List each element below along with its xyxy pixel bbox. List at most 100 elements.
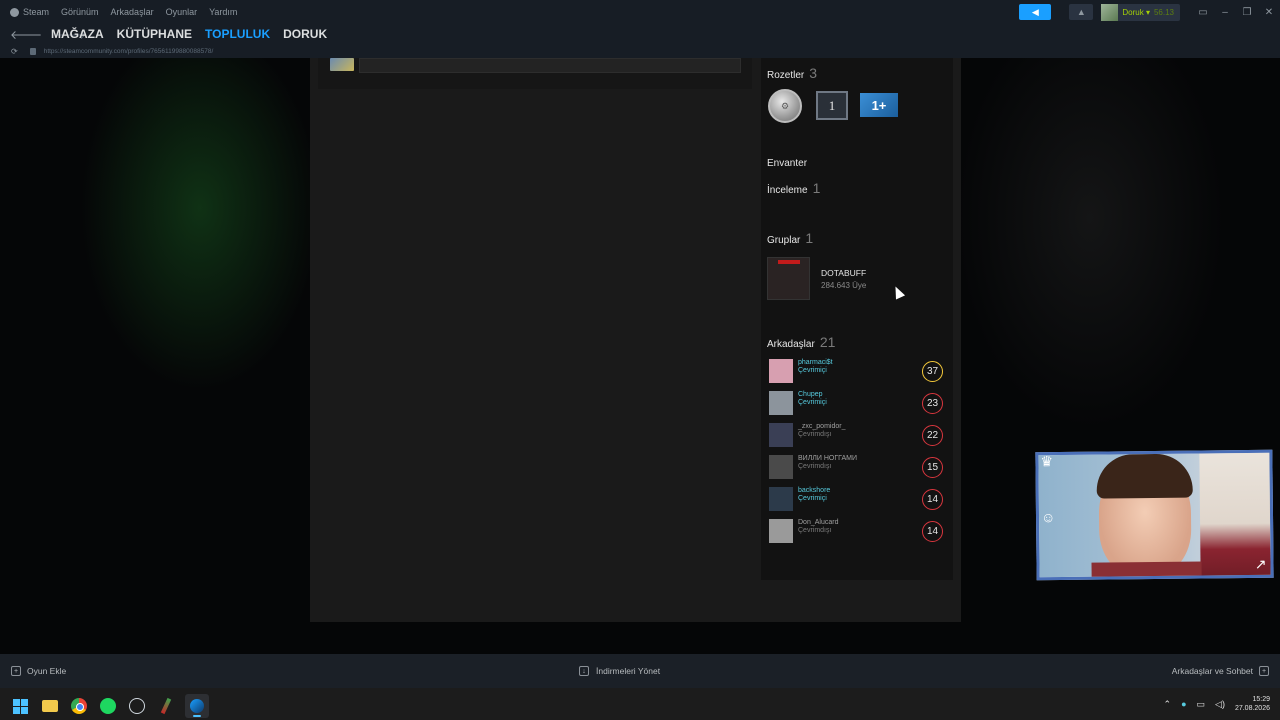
close-button[interactable]: ✕	[1258, 0, 1280, 24]
friend-item[interactable]: backshore Çevrimiçi 14	[769, 486, 945, 518]
friend-name[interactable]: ВИЛЛИ НОГГАМИ	[798, 455, 857, 463]
pen-app-icon[interactable]	[156, 697, 175, 716]
friend-item[interactable]: Chupep Çevrimiçi 23	[769, 390, 945, 422]
friend-avatar[interactable]	[769, 519, 793, 543]
menu-item-games[interactable]: Oyunlar	[166, 7, 198, 17]
add-game-label: Oyun Ekle	[27, 666, 67, 676]
friend-avatar[interactable]	[769, 423, 793, 447]
friends-chat-button[interactable]: Arkadaşlar ve Sohbet +	[1172, 666, 1269, 676]
steam-logo-icon	[10, 7, 19, 17]
taskbar-clock[interactable]: 15:29 27.08.2026	[1235, 695, 1270, 713]
steam-overlay-icon[interactable]	[127, 697, 146, 716]
menu-item-help[interactable]: Yardım	[209, 7, 237, 17]
groups-header[interactable]: Gruplar 1	[767, 230, 813, 246]
arrow-doodle-icon: ↗	[1254, 555, 1267, 572]
tab-library[interactable]: KÜTÜPHANE	[117, 27, 192, 41]
friend-name[interactable]: Chupep	[798, 391, 827, 399]
photo-shirt	[1091, 561, 1202, 581]
badges-label: Rozetler	[767, 70, 805, 81]
friend-avatar[interactable]	[769, 391, 793, 415]
friend-level-badge: 14	[922, 521, 943, 542]
friend-name[interactable]: Don_Alucard	[798, 519, 838, 527]
friend-status: Çevrimdışı	[798, 527, 832, 534]
menu-item-steam[interactable]: Steam	[10, 7, 49, 17]
tab-profile[interactable]: DORUK	[283, 27, 327, 41]
clock-date: 27.08.2026	[1234, 705, 1270, 712]
badge-coin-icon[interactable]: ⚙	[768, 89, 802, 123]
minimize-button[interactable]: –	[1214, 0, 1236, 24]
comment-input[interactable]	[359, 58, 741, 73]
spotify-icon[interactable]	[98, 697, 117, 716]
friend-name[interactable]: pharmaci$t	[798, 359, 833, 367]
file-explorer-icon[interactable]	[40, 697, 59, 716]
menu-item-view[interactable]: Görünüm	[61, 7, 99, 17]
friend-name[interactable]: backshore	[798, 487, 830, 495]
close-icon: ✕	[1264, 6, 1274, 18]
friend-avatar[interactable]	[769, 359, 793, 383]
group-item[interactable]: DOTABUFF 284.643 Üye	[767, 257, 866, 300]
broadcast-button[interactable]: ◀	[1019, 4, 1052, 20]
reload-icon[interactable]: ⟳	[11, 47, 18, 56]
friend-avatar[interactable]	[769, 455, 793, 479]
friends-header[interactable]: Arkadaşlar 21	[767, 334, 835, 350]
tab-community[interactable]: TOPLULUK	[205, 27, 270, 41]
big-picture-button[interactable]: ▭	[1192, 0, 1214, 24]
friend-item[interactable]: pharmaci$t Çevrimiçi 37	[769, 358, 945, 390]
group-logo-icon	[778, 260, 800, 264]
friend-level-badge: 22	[922, 425, 943, 446]
menu-item-friends[interactable]: Arkadaşlar	[111, 7, 154, 17]
account-menu[interactable]: Doruk ▾ 56.13	[1101, 3, 1180, 21]
friend-item[interactable]: _zxc_pomidor_ Çevrimdışı 22	[769, 422, 945, 454]
monitor-icon: ▭	[1198, 6, 1208, 18]
chevron-up-icon[interactable]: ⌃	[1164, 699, 1172, 710]
group-name[interactable]: DOTABUFF	[821, 268, 866, 278]
friends-label: Arkadaşlar	[767, 339, 815, 350]
friends-chat-label: Arkadaşlar ve Sohbet	[1171, 666, 1253, 676]
system-tray: ⌃ ● ▭ ◁) 15:29 27.08.2026	[1164, 688, 1270, 720]
chrome-icon[interactable]	[69, 697, 88, 716]
groups-label: Gruplar	[767, 235, 801, 246]
friend-item[interactable]: Don_Alucard Çevrimdışı 14	[769, 518, 945, 550]
friend-status: Çevrimdışı	[798, 431, 832, 438]
back-arrow-icon[interactable]: 🡐	[10, 27, 42, 42]
steam-titlebar: Steam Görünüm Arkadaşlar Oyunlar Yardım …	[0, 0, 1280, 24]
plus-icon: +	[11, 666, 21, 676]
tab-store[interactable]: MAĞAZA	[51, 27, 104, 41]
steam-navbar: 🡐 🡒 MAĞAZA KÜTÜPHANE TOPLULUK DORUK	[0, 24, 1280, 44]
inventory-link[interactable]: Envanter	[767, 158, 807, 169]
crown-doodle-icon: ♛	[1040, 453, 1054, 470]
network-icon[interactable]: ▭	[1197, 699, 1206, 710]
friend-item[interactable]: ВИЛЛИ НОГГАМИ Çevrimdışı 15	[769, 454, 945, 486]
minimize-icon: –	[1222, 6, 1228, 18]
volume-icon[interactable]: ◁)	[1215, 699, 1225, 710]
friend-status: Çevrimiçi	[798, 367, 827, 374]
group-members: 284.643 Üye	[821, 280, 867, 290]
microphone-icon[interactable]: ●	[1181, 699, 1186, 709]
friend-name[interactable]: _zxc_pomidor_	[798, 423, 845, 431]
groups-count: 1	[805, 230, 814, 246]
friend-level-badge: 15	[922, 457, 943, 478]
friend-avatar[interactable]	[769, 487, 793, 511]
add-game-button[interactable]: + Oyun Ekle	[11, 666, 66, 676]
account-name: Doruk	[1122, 7, 1144, 17]
lock-icon	[29, 47, 36, 55]
manage-downloads-button[interactable]: ↓ İndirmeleri Yönet	[579, 666, 660, 676]
reviews-label: İnceleme	[767, 185, 808, 196]
friend-status: Çevrimdışı	[798, 463, 832, 470]
reviews-link[interactable]: İnceleme 1	[767, 180, 820, 196]
download-icon: ↓	[579, 666, 589, 676]
windows-start-icon[interactable]	[11, 697, 30, 716]
profile-page: Rozetler 3 ⚙ 1 1+ Envanter İnceleme 1 Gr…	[0, 58, 1280, 654]
badges-header[interactable]: Rozetler 3	[767, 65, 817, 81]
notifications-button[interactable]: ▲	[1069, 4, 1094, 20]
badge-years-icon[interactable]: 1	[816, 91, 848, 120]
steam-taskbar-icon[interactable]	[185, 694, 209, 718]
friend-status: Çevrimiçi	[798, 399, 827, 406]
url-text[interactable]: https://steamcommunity.com/profiles/7656…	[44, 48, 214, 55]
badge-plus-icon[interactable]: 1+	[860, 93, 898, 117]
bell-icon: ▲	[1076, 7, 1086, 17]
maximize-button[interactable]: ❐	[1236, 0, 1258, 24]
smiley-doodle-icon: ☺	[1040, 509, 1056, 526]
windows-taskbar: ⌃ ● ▭ ◁) 15:29 27.08.2026	[0, 688, 1280, 720]
reviews-count: 1	[812, 180, 821, 196]
